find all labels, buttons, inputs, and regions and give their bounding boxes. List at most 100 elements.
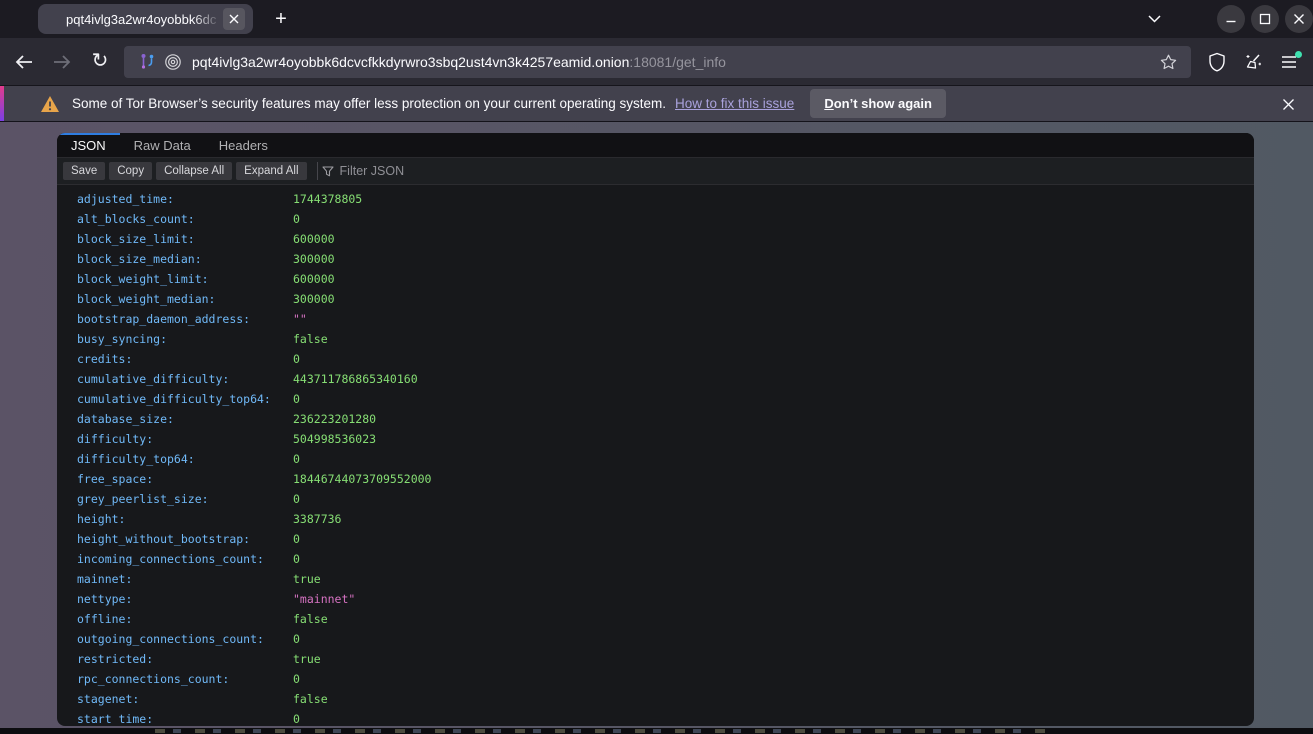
json-row: alt_blocks_count:0 (77, 209, 1254, 229)
json-key: start_time: (77, 709, 293, 723)
forward-arrow-icon (52, 53, 72, 71)
json-value: 0 (293, 449, 300, 469)
json-value: 600000 (293, 229, 335, 249)
json-key: nettype: (77, 589, 293, 609)
reload-button[interactable]: ↻ (84, 46, 116, 78)
json-row: block_weight_limit:600000 (77, 269, 1254, 289)
filter-json-input[interactable] (340, 164, 740, 178)
minimize-icon (1225, 13, 1237, 25)
json-key: block_weight_median: (77, 289, 293, 309)
url-port-path: :18081/get_info (629, 54, 726, 70)
json-value: 0 (293, 629, 300, 649)
json-row: block_weight_median:300000 (77, 289, 1254, 309)
json-value: 18446744073709552000 (293, 469, 431, 489)
json-row: cumulative_difficulty:443711786865340160 (77, 369, 1254, 389)
json-value: 600000 (293, 269, 335, 289)
url-text[interactable]: pqt4ivlg3a2wr4oyobbk6dcvcfkkdyrwro3sbq2u… (192, 54, 1155, 70)
filter-box[interactable] (322, 164, 1254, 178)
json-value: true (293, 649, 321, 669)
tab-headers[interactable]: Headers (205, 133, 282, 157)
close-icon (1293, 13, 1305, 25)
json-value: 0 (293, 209, 300, 229)
json-value: 300000 (293, 249, 335, 269)
json-row: difficulty_top64:0 (77, 449, 1254, 469)
tab-close-button[interactable] (223, 8, 245, 30)
json-key: block_size_median: (77, 249, 293, 269)
copy-button[interactable]: Copy (109, 162, 152, 180)
security-notification-bar: Some of Tor Browser’s security features … (0, 86, 1313, 122)
dont-show-again-button[interactable]: Don’t show again (810, 89, 946, 118)
json-key: busy_syncing: (77, 329, 293, 349)
json-row: bootstrap_daemon_address:"" (77, 309, 1254, 329)
json-value: 0 (293, 389, 300, 409)
maximize-icon (1259, 13, 1271, 25)
json-key: height_without_bootstrap: (77, 529, 293, 549)
json-value: true (293, 569, 321, 589)
json-key: cumulative_difficulty_top64: (77, 389, 293, 409)
json-viewer-panel: JSON Raw Data Headers Save Copy Collapse… (57, 133, 1254, 726)
collapse-all-button[interactable]: Collapse All (156, 162, 232, 180)
notification-close-button[interactable] (1277, 93, 1299, 115)
window-minimize-button[interactable] (1217, 5, 1245, 33)
url-host: pqt4ivlg3a2wr4oyobbk6dcvcfkkdyrwro3sbq2u… (192, 54, 629, 70)
browser-tab[interactable]: pqt4ivlg3a2wr4oyobbk6dc (38, 4, 253, 34)
tor-circuit-icon[interactable] (134, 53, 160, 70)
save-button[interactable]: Save (63, 162, 105, 180)
chevron-down-icon (1148, 15, 1161, 23)
json-rows-container[interactable]: adjusted_time:1744378805alt_blocks_count… (57, 185, 1254, 723)
json-key: stagenet: (77, 689, 293, 709)
security-level-button[interactable] (1201, 46, 1233, 78)
close-icon (1282, 98, 1295, 111)
url-bar[interactable]: pqt4ivlg3a2wr4oyobbk6dcvcfkkdyrwro3sbq2u… (124, 46, 1191, 78)
tab-json[interactable]: JSON (57, 133, 120, 157)
json-key: incoming_connections_count: (77, 549, 293, 569)
json-row: database_size:236223201280 (77, 409, 1254, 429)
json-value: 1744378805 (293, 189, 362, 209)
json-key: outgoing_connections_count: (77, 629, 293, 649)
tab-title-fade (193, 12, 221, 27)
app-menu-button[interactable] (1273, 46, 1305, 78)
hamburger-menu-icon (1281, 55, 1297, 69)
json-key: free_space: (77, 469, 293, 489)
json-row: restricted:true (77, 649, 1254, 669)
json-value: 3387736 (293, 509, 341, 529)
json-row: stagenet:false (77, 689, 1254, 709)
json-row: outgoing_connections_count:0 (77, 629, 1254, 649)
json-row: mainnet:true (77, 569, 1254, 589)
json-value: 0 (293, 549, 300, 569)
expand-all-button[interactable]: Expand All (236, 162, 306, 180)
json-value: false (293, 609, 328, 629)
json-viewer-tab-strip: JSON Raw Data Headers (57, 133, 1254, 158)
tab-title: pqt4ivlg3a2wr4oyobbk6dc (66, 12, 221, 27)
back-button[interactable] (8, 46, 40, 78)
window-close-button[interactable] (1285, 5, 1313, 33)
window-maximize-button[interactable] (1251, 5, 1279, 33)
json-key: block_size_limit: (77, 229, 293, 249)
update-available-dot (1295, 51, 1302, 58)
json-key: alt_blocks_count: (77, 209, 293, 229)
bookmark-star-button[interactable] (1155, 54, 1181, 70)
json-key: credits: (77, 349, 293, 369)
json-row: difficulty:504998536023 (77, 429, 1254, 449)
onion-site-icon[interactable] (160, 53, 186, 71)
broom-icon (1243, 52, 1263, 72)
json-key: adjusted_time: (77, 189, 293, 209)
json-value: 504998536023 (293, 429, 376, 449)
json-row: adjusted_time:1744378805 (77, 189, 1254, 209)
reload-icon: ↻ (92, 51, 109, 71)
how-to-fix-link[interactable]: How to fix this issue (675, 96, 794, 111)
json-row: rpc_connections_count:0 (77, 669, 1254, 689)
forward-button[interactable] (46, 46, 78, 78)
json-row: cumulative_difficulty_top64:0 (77, 389, 1254, 409)
json-value: false (293, 329, 328, 349)
list-all-tabs-button[interactable] (1139, 4, 1169, 34)
json-key: rpc_connections_count: (77, 669, 293, 689)
star-icon (1160, 54, 1177, 70)
new-identity-button[interactable] (1237, 46, 1269, 78)
browser-tab-bar: pqt4ivlg3a2wr4oyobbk6dc + (0, 0, 1313, 38)
new-tab-button[interactable]: + (266, 4, 296, 34)
toolbar-separator (317, 162, 318, 180)
tab-raw-data[interactable]: Raw Data (120, 133, 205, 157)
letterbox-content-area: JSON Raw Data Headers Save Copy Collapse… (0, 122, 1313, 734)
json-value: 0 (293, 349, 300, 369)
